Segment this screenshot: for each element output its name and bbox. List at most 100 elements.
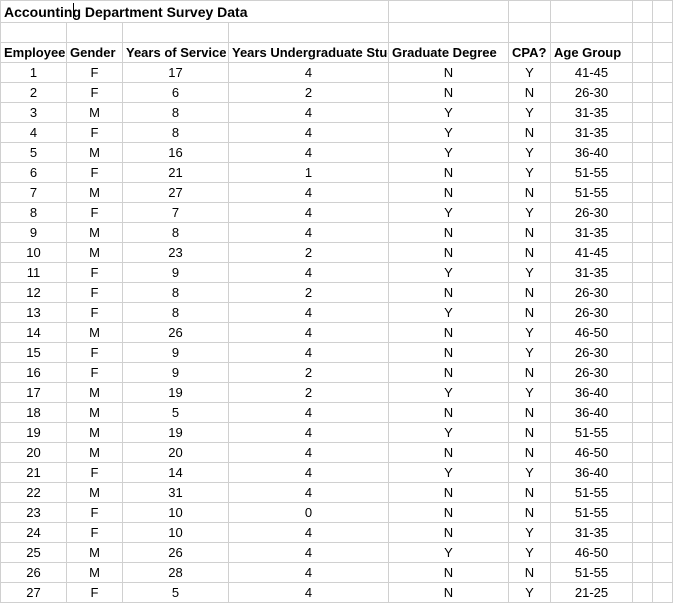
cell-undergrad[interactable]: 4 bbox=[229, 543, 389, 563]
cell-gender[interactable]: F bbox=[67, 303, 123, 323]
cell-employee[interactable]: 10 bbox=[1, 243, 67, 263]
cell-graduate[interactable]: N bbox=[389, 183, 509, 203]
empty-cell[interactable] bbox=[633, 503, 653, 523]
empty-cell[interactable] bbox=[653, 503, 673, 523]
empty-cell[interactable] bbox=[67, 23, 123, 43]
cell-gender[interactable]: F bbox=[67, 463, 123, 483]
cell-cpa[interactable]: N bbox=[509, 403, 551, 423]
cell-service[interactable]: 23 bbox=[123, 243, 229, 263]
empty-cell[interactable] bbox=[633, 563, 653, 583]
cell-graduate[interactable]: Y bbox=[389, 463, 509, 483]
cell-undergrad[interactable]: 4 bbox=[229, 223, 389, 243]
empty-cell[interactable] bbox=[653, 543, 673, 563]
empty-cell[interactable] bbox=[633, 363, 653, 383]
cell-employee[interactable]: 6 bbox=[1, 163, 67, 183]
cell-undergrad[interactable]: 4 bbox=[229, 183, 389, 203]
cell-age[interactable]: 26-30 bbox=[551, 363, 633, 383]
cell-graduate[interactable]: Y bbox=[389, 543, 509, 563]
cell-gender[interactable]: M bbox=[67, 483, 123, 503]
cell-cpa[interactable]: N bbox=[509, 503, 551, 523]
cell-service[interactable]: 6 bbox=[123, 83, 229, 103]
empty-cell[interactable] bbox=[653, 163, 673, 183]
cell-cpa[interactable]: Y bbox=[509, 323, 551, 343]
cell-service[interactable]: 26 bbox=[123, 543, 229, 563]
cell-age[interactable]: 26-30 bbox=[551, 303, 633, 323]
cell-graduate[interactable]: N bbox=[389, 223, 509, 243]
cell-undergrad[interactable]: 4 bbox=[229, 523, 389, 543]
cell-employee[interactable]: 20 bbox=[1, 443, 67, 463]
cell-cpa[interactable]: N bbox=[509, 363, 551, 383]
cell-age[interactable]: 36-40 bbox=[551, 143, 633, 163]
cell-gender[interactable]: F bbox=[67, 163, 123, 183]
cell-service[interactable]: 16 bbox=[123, 143, 229, 163]
cell-employee[interactable]: 19 bbox=[1, 423, 67, 443]
cell-age[interactable]: 36-40 bbox=[551, 403, 633, 423]
cell-gender[interactable]: F bbox=[67, 63, 123, 83]
cell-service[interactable]: 10 bbox=[123, 503, 229, 523]
empty-cell[interactable] bbox=[633, 383, 653, 403]
cell-age[interactable]: 46-50 bbox=[551, 543, 633, 563]
cell-gender[interactable]: F bbox=[67, 83, 123, 103]
empty-cell[interactable] bbox=[551, 1, 633, 23]
empty-cell[interactable] bbox=[653, 323, 673, 343]
cell-graduate[interactable]: N bbox=[389, 443, 509, 463]
cell-service[interactable]: 8 bbox=[123, 303, 229, 323]
empty-cell[interactable] bbox=[653, 563, 673, 583]
cell-undergrad[interactable]: 4 bbox=[229, 323, 389, 343]
cell-age[interactable]: 26-30 bbox=[551, 83, 633, 103]
cell-service[interactable]: 5 bbox=[123, 583, 229, 603]
cell-undergrad[interactable]: 4 bbox=[229, 463, 389, 483]
cell-cpa[interactable]: N bbox=[509, 283, 551, 303]
empty-cell[interactable] bbox=[653, 583, 673, 603]
cell-graduate[interactable]: Y bbox=[389, 303, 509, 323]
cell-gender[interactable]: M bbox=[67, 423, 123, 443]
cell-age[interactable]: 26-30 bbox=[551, 343, 633, 363]
cell-cpa[interactable]: Y bbox=[509, 463, 551, 483]
cell-service[interactable]: 9 bbox=[123, 263, 229, 283]
empty-cell[interactable] bbox=[633, 103, 653, 123]
empty-cell[interactable] bbox=[653, 183, 673, 203]
empty-cell[interactable] bbox=[633, 163, 653, 183]
cell-graduate[interactable]: N bbox=[389, 283, 509, 303]
empty-cell[interactable] bbox=[509, 1, 551, 23]
empty-cell[interactable] bbox=[653, 383, 673, 403]
cell-service[interactable]: 9 bbox=[123, 343, 229, 363]
cell-cpa[interactable]: N bbox=[509, 83, 551, 103]
cell-cpa[interactable]: N bbox=[509, 123, 551, 143]
cell-undergrad[interactable]: 4 bbox=[229, 583, 389, 603]
cell-graduate[interactable]: N bbox=[389, 483, 509, 503]
cell-age[interactable]: 26-30 bbox=[551, 203, 633, 223]
empty-cell[interactable] bbox=[633, 243, 653, 263]
empty-cell[interactable] bbox=[653, 523, 673, 543]
empty-cell[interactable] bbox=[633, 403, 653, 423]
cell-graduate[interactable]: Y bbox=[389, 103, 509, 123]
cell-service[interactable]: 8 bbox=[123, 103, 229, 123]
cell-graduate[interactable]: Y bbox=[389, 123, 509, 143]
empty-cell[interactable] bbox=[653, 243, 673, 263]
empty-cell[interactable] bbox=[123, 23, 229, 43]
cell-cpa[interactable]: Y bbox=[509, 163, 551, 183]
cell-age[interactable]: 31-35 bbox=[551, 123, 633, 143]
cell-employee[interactable]: 7 bbox=[1, 183, 67, 203]
cell-service[interactable]: 31 bbox=[123, 483, 229, 503]
cell-service[interactable]: 8 bbox=[123, 223, 229, 243]
cell-employee[interactable]: 5 bbox=[1, 143, 67, 163]
cell-cpa[interactable]: Y bbox=[509, 103, 551, 123]
empty-cell[interactable] bbox=[229, 23, 389, 43]
cell-service[interactable]: 27 bbox=[123, 183, 229, 203]
cell-employee[interactable]: 18 bbox=[1, 403, 67, 423]
empty-cell[interactable] bbox=[633, 1, 653, 23]
cell-employee[interactable]: 25 bbox=[1, 543, 67, 563]
empty-cell[interactable] bbox=[389, 1, 509, 23]
cell-service[interactable]: 19 bbox=[123, 383, 229, 403]
cell-employee[interactable]: 13 bbox=[1, 303, 67, 323]
cell-cpa[interactable]: Y bbox=[509, 583, 551, 603]
empty-cell[interactable] bbox=[653, 443, 673, 463]
cell-gender[interactable]: F bbox=[67, 123, 123, 143]
cell-age[interactable]: 41-45 bbox=[551, 63, 633, 83]
cell-undergrad[interactable]: 4 bbox=[229, 403, 389, 423]
header-cpa[interactable]: CPA? bbox=[509, 43, 551, 63]
cell-graduate[interactable]: N bbox=[389, 323, 509, 343]
cell-cpa[interactable]: N bbox=[509, 303, 551, 323]
cell-undergrad[interactable]: 2 bbox=[229, 383, 389, 403]
